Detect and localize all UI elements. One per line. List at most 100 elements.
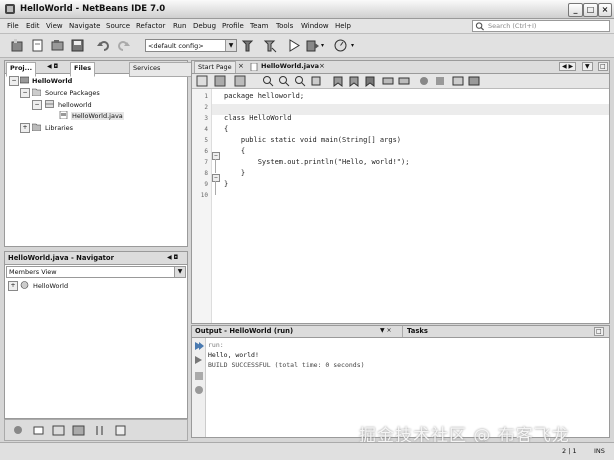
- fields-icon[interactable]: [31, 423, 46, 438]
- history-icon[interactable]: [214, 75, 226, 87]
- tab-tasks[interactable]: Tasks: [402, 326, 428, 337]
- menu-profile[interactable]: Profile: [222, 22, 244, 30]
- rerun-icon[interactable]: [194, 341, 204, 351]
- menu-view[interactable]: View: [46, 22, 63, 30]
- editor-tab-header: Start Page × HelloWorld.java × ◀ ▶ ▼ □: [191, 60, 610, 76]
- sort-icon[interactable]: [93, 423, 108, 438]
- build-icon[interactable]: [240, 38, 255, 53]
- members-view-select[interactable]: Members View ▼: [6, 266, 186, 278]
- maximize-output-icon[interactable]: □: [594, 327, 604, 336]
- find-previous-icon[interactable]: [278, 75, 290, 87]
- tree-item-package[interactable]: helloworld: [58, 101, 92, 109]
- sort-name-icon[interactable]: [113, 423, 128, 438]
- static-icon[interactable]: [51, 423, 66, 438]
- undo-icon[interactable]: [96, 38, 111, 53]
- tree-item-source-packages[interactable]: Source Packages: [45, 89, 100, 97]
- search-input[interactable]: Search (Ctrl+I): [472, 20, 610, 32]
- menu-debug[interactable]: Debug: [193, 22, 216, 30]
- menu-refactor[interactable]: Refactor: [136, 22, 165, 30]
- new-project-icon[interactable]: [10, 38, 25, 53]
- output-title[interactable]: Output - HelloWorld (run): [195, 327, 293, 335]
- insert-mode: INS: [594, 447, 605, 455]
- fold-line: [215, 159, 216, 173]
- stop-icon[interactable]: [194, 371, 204, 381]
- comment-icon[interactable]: [452, 75, 464, 87]
- tree-item-java-file[interactable]: HelloWorld.java: [71, 112, 124, 120]
- menu-navigate[interactable]: Navigate: [69, 22, 100, 30]
- menu-team[interactable]: Team: [250, 22, 269, 30]
- debug-icon[interactable]: [305, 38, 320, 53]
- maximize-button[interactable]: □: [583, 3, 598, 17]
- debug-dropdown-arrow-icon[interactable]: ▾: [321, 42, 324, 49]
- run-icon[interactable]: [286, 38, 301, 53]
- rerun-with-params-icon[interactable]: [194, 355, 204, 365]
- close-button[interactable]: ×: [598, 3, 612, 17]
- search-placeholder: Search (Ctrl+I): [488, 22, 537, 30]
- tree-item-project[interactable]: HelloWorld: [32, 77, 72, 85]
- shift-right-icon[interactable]: [398, 75, 410, 87]
- tree-toggle[interactable]: −: [32, 100, 42, 110]
- redo-icon[interactable]: [116, 38, 131, 53]
- menu-edit[interactable]: Edit: [26, 22, 40, 30]
- navigator-toolbar: [4, 419, 188, 441]
- menu-help[interactable]: Help: [335, 22, 351, 30]
- next-bookmark-icon[interactable]: [348, 75, 360, 87]
- tab-projects[interactable]: Proj...: [6, 62, 37, 77]
- profile-icon[interactable]: [333, 38, 348, 53]
- minimize-panel-icon[interactable]: ◀ ◘: [167, 254, 178, 261]
- projects-panel: Proj... ◀ ◘ Files Services − HelloWorld …: [4, 60, 193, 247]
- scroll-tabs-icon[interactable]: ◀ ▶: [559, 62, 577, 71]
- library-icon: [32, 123, 41, 131]
- menu-run[interactable]: Run: [173, 22, 186, 30]
- navigator-item[interactable]: HelloWorld: [33, 282, 68, 290]
- tree-toggle[interactable]: +: [8, 281, 18, 291]
- config-select[interactable]: <default config> ▼: [145, 39, 237, 52]
- find-selection-icon[interactable]: [262, 75, 274, 87]
- clean-build-icon[interactable]: [262, 38, 277, 53]
- maximize-editor-icon[interactable]: □: [598, 62, 608, 71]
- status-bar: 2 | 1 INS: [0, 442, 614, 460]
- menu-tools[interactable]: Tools: [276, 22, 293, 30]
- new-file-icon[interactable]: [30, 38, 45, 53]
- code-editor[interactable]: 1 2 3 4 5 6 7 8 9 10 − − package hellowo…: [191, 73, 610, 324]
- tree-toggle[interactable]: −: [20, 88, 30, 98]
- line-number: 7: [204, 159, 208, 166]
- last-edit-icon[interactable]: [234, 75, 246, 87]
- menu-source[interactable]: Source: [106, 22, 130, 30]
- minimize-panel-icon[interactable]: ◀ ◘: [47, 63, 58, 70]
- toggle-highlight-icon[interactable]: [310, 75, 322, 87]
- close-icon[interactable]: ×: [319, 62, 325, 70]
- output-settings-icon[interactable]: [194, 385, 204, 395]
- inherited-icon[interactable]: [71, 423, 86, 438]
- line-number: 4: [204, 126, 208, 133]
- tab-services[interactable]: Services: [129, 62, 193, 77]
- menu-window[interactable]: Window: [301, 22, 329, 30]
- close-icon[interactable]: ×: [238, 62, 244, 70]
- stop-macro-icon[interactable]: [434, 75, 446, 87]
- filter-icon[interactable]: [11, 423, 26, 438]
- tree-item-libraries[interactable]: Libraries: [45, 124, 73, 132]
- profile-dropdown-arrow-icon[interactable]: ▾: [351, 42, 354, 49]
- shift-left-icon[interactable]: [382, 75, 394, 87]
- find-next-icon[interactable]: [294, 75, 306, 87]
- toggle-bookmark-icon[interactable]: [364, 75, 376, 87]
- previous-bookmark-icon[interactable]: [332, 75, 344, 87]
- output-menu-icon[interactable]: ▼ ×: [380, 327, 392, 334]
- tree-toggle[interactable]: −: [9, 76, 19, 86]
- minimize-button[interactable]: _: [568, 3, 583, 17]
- code-line: class HelloWorld: [224, 114, 292, 122]
- tree-toggle[interactable]: +: [20, 123, 30, 133]
- open-project-icon[interactable]: [50, 38, 65, 53]
- output-line: run:: [208, 341, 224, 349]
- show-opened-docs-icon[interactable]: ▼: [582, 62, 593, 71]
- fold-toggle[interactable]: −: [212, 152, 220, 160]
- code-line: }: [224, 169, 246, 177]
- tab-files[interactable]: Files: [70, 62, 96, 77]
- uncomment-icon[interactable]: [468, 75, 480, 87]
- source-view-icon[interactable]: [196, 75, 208, 87]
- start-macro-icon[interactable]: [418, 75, 430, 87]
- fold-toggle[interactable]: −: [212, 174, 220, 182]
- save-all-icon[interactable]: [70, 38, 85, 53]
- menu-file[interactable]: File: [7, 22, 19, 30]
- window-title: HelloWorld - NetBeans IDE 7.0: [20, 4, 166, 14]
